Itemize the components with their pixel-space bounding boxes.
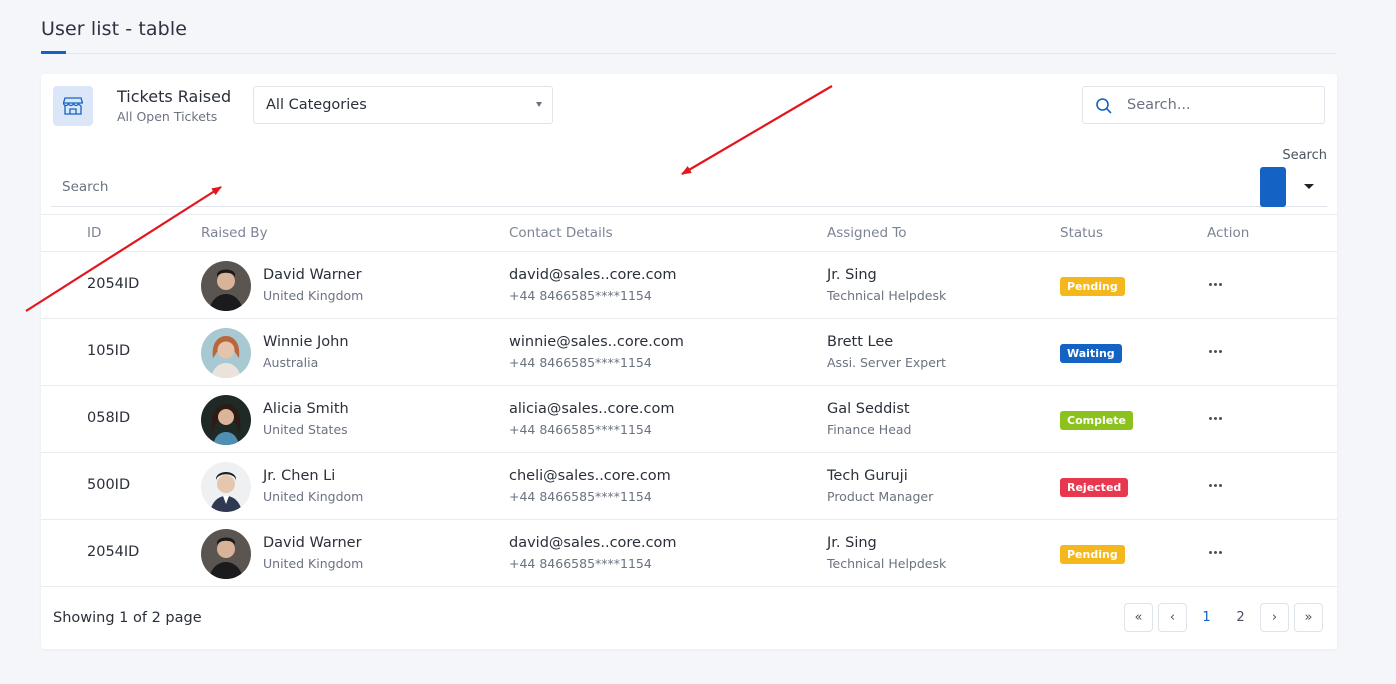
raised-by-country: United Kingdom: [263, 489, 364, 504]
assigned-to-role: Technical Helpdesk: [827, 288, 947, 303]
search-label: Search: [1282, 148, 1327, 163]
contact-email: david@sales..core.com: [509, 267, 677, 283]
contact-phone: +44 8466585****1154: [509, 489, 652, 504]
header-action: Action: [1207, 225, 1250, 241]
status-badge: Complete: [1060, 411, 1133, 430]
tickets-table: ID Raised By Contact Details Assigned To…: [41, 214, 1337, 587]
card-subtitle: All Open Tickets: [117, 109, 218, 124]
more-horizontal-icon[interactable]: [1206, 274, 1224, 294]
avatar: [201, 529, 251, 579]
assigned-to-role: Product Manager: [827, 489, 934, 504]
top-search-box[interactable]: [1082, 86, 1325, 124]
contact-phone: +44 8466585****1154: [509, 422, 652, 437]
status-badge: Pending: [1060, 277, 1125, 296]
status-badge: Rejected: [1060, 478, 1129, 497]
pagination: « ‹ 1 2 › »: [1124, 603, 1323, 632]
table-row[interactable]: 2054ID David Warner United Kingdom david…: [41, 252, 1337, 319]
contact-email: david@sales..core.com: [509, 535, 677, 551]
header-id[interactable]: ID: [87, 225, 101, 241]
header-assigned-to[interactable]: Assigned To: [827, 225, 907, 241]
raised-by-name: David Warner: [263, 267, 362, 283]
raised-by-country: United States: [263, 422, 348, 437]
raised-by-name: Jr. Chen Li: [263, 468, 336, 484]
page-2-button[interactable]: 2: [1226, 603, 1255, 632]
ticket-id: 500ID: [87, 477, 131, 493]
avatar: [201, 395, 251, 445]
assigned-to-name: Tech Guruji: [827, 468, 908, 484]
search-submit-button[interactable]: [1260, 167, 1286, 207]
page-header: User list - table: [41, 0, 1337, 54]
status-badge: Pending: [1060, 545, 1125, 564]
card-title: Tickets Raised: [117, 87, 232, 106]
more-horizontal-icon[interactable]: [1206, 475, 1224, 495]
contact-phone: +44 8466585****1154: [509, 288, 652, 303]
avatar: [201, 328, 251, 378]
table-row[interactable]: 105ID Winnie John Australia winnie@sales…: [41, 319, 1337, 386]
page-title: User list - table: [41, 18, 188, 40]
search-dropdown-button[interactable]: [1301, 178, 1317, 194]
prev-page-button[interactable]: ‹: [1158, 603, 1187, 632]
ticket-id: 2054ID: [87, 276, 140, 292]
contact-email: alicia@sales..core.com: [509, 401, 675, 417]
status-badge: Waiting: [1060, 344, 1122, 363]
assigned-to-name: Gal Seddist: [827, 401, 910, 417]
table-header: ID Raised By Contact Details Assigned To…: [41, 215, 1337, 252]
contact-email: winnie@sales..core.com: [509, 334, 684, 350]
tickets-card: Tickets Raised All Open Tickets All Cate…: [41, 74, 1337, 649]
more-horizontal-icon[interactable]: [1206, 408, 1224, 428]
assigned-to-name: Brett Lee: [827, 334, 894, 350]
next-page-button[interactable]: ›: [1260, 603, 1289, 632]
raised-by-name: David Warner: [263, 535, 362, 551]
page-title-underline: [41, 51, 66, 54]
ticket-id: 058ID: [87, 410, 131, 426]
table-row[interactable]: 2054ID David Warner United Kingdom david…: [41, 520, 1337, 587]
page-1-button[interactable]: 1: [1192, 603, 1221, 632]
raised-by-name: Alicia Smith: [263, 401, 349, 417]
store-icon: [53, 86, 93, 126]
raised-by-country: Australia: [263, 355, 319, 370]
ticket-id: 2054ID: [87, 544, 140, 560]
pagination-summary: Showing 1 of 2 page: [53, 610, 202, 626]
contact-phone: +44 8466585****1154: [509, 355, 652, 370]
assigned-to-role: Finance Head: [827, 422, 912, 437]
assigned-to-role: Technical Helpdesk: [827, 556, 947, 571]
assigned-to-name: Jr. Sing: [827, 535, 877, 551]
search-input[interactable]: [62, 176, 1062, 198]
assigned-to-role: Assi. Server Expert: [827, 355, 946, 370]
ticket-id: 105ID: [87, 343, 131, 359]
search-bar: [51, 166, 1327, 207]
header-contact-details[interactable]: Contact Details: [509, 225, 613, 241]
contact-phone: +44 8466585****1154: [509, 556, 652, 571]
header-status[interactable]: Status: [1060, 225, 1103, 241]
raised-by-country: United Kingdom: [263, 288, 364, 303]
chevron-down-icon: [536, 102, 542, 107]
table-row[interactable]: 500ID Jr. Chen Li United Kingdom cheli@s…: [41, 453, 1337, 520]
last-page-button[interactable]: »: [1294, 603, 1323, 632]
first-page-button[interactable]: «: [1124, 603, 1153, 632]
more-horizontal-icon[interactable]: [1206, 341, 1224, 361]
header-raised-by[interactable]: Raised By: [201, 225, 268, 241]
raised-by-country: United Kingdom: [263, 556, 364, 571]
more-horizontal-icon[interactable]: [1206, 542, 1224, 562]
contact-email: cheli@sales..core.com: [509, 468, 671, 484]
assigned-to-name: Jr. Sing: [827, 267, 877, 283]
category-select[interactable]: All Categories: [253, 86, 553, 124]
top-search-input[interactable]: [1127, 88, 1317, 122]
category-select-value: All Categories: [266, 97, 367, 113]
search-icon: [1095, 97, 1113, 119]
avatar: [201, 462, 251, 512]
caret-down-icon: [1304, 183, 1314, 189]
raised-by-name: Winnie John: [263, 334, 349, 350]
table-row[interactable]: 058ID Alicia Smith United States alicia@…: [41, 386, 1337, 453]
avatar: [201, 261, 251, 311]
